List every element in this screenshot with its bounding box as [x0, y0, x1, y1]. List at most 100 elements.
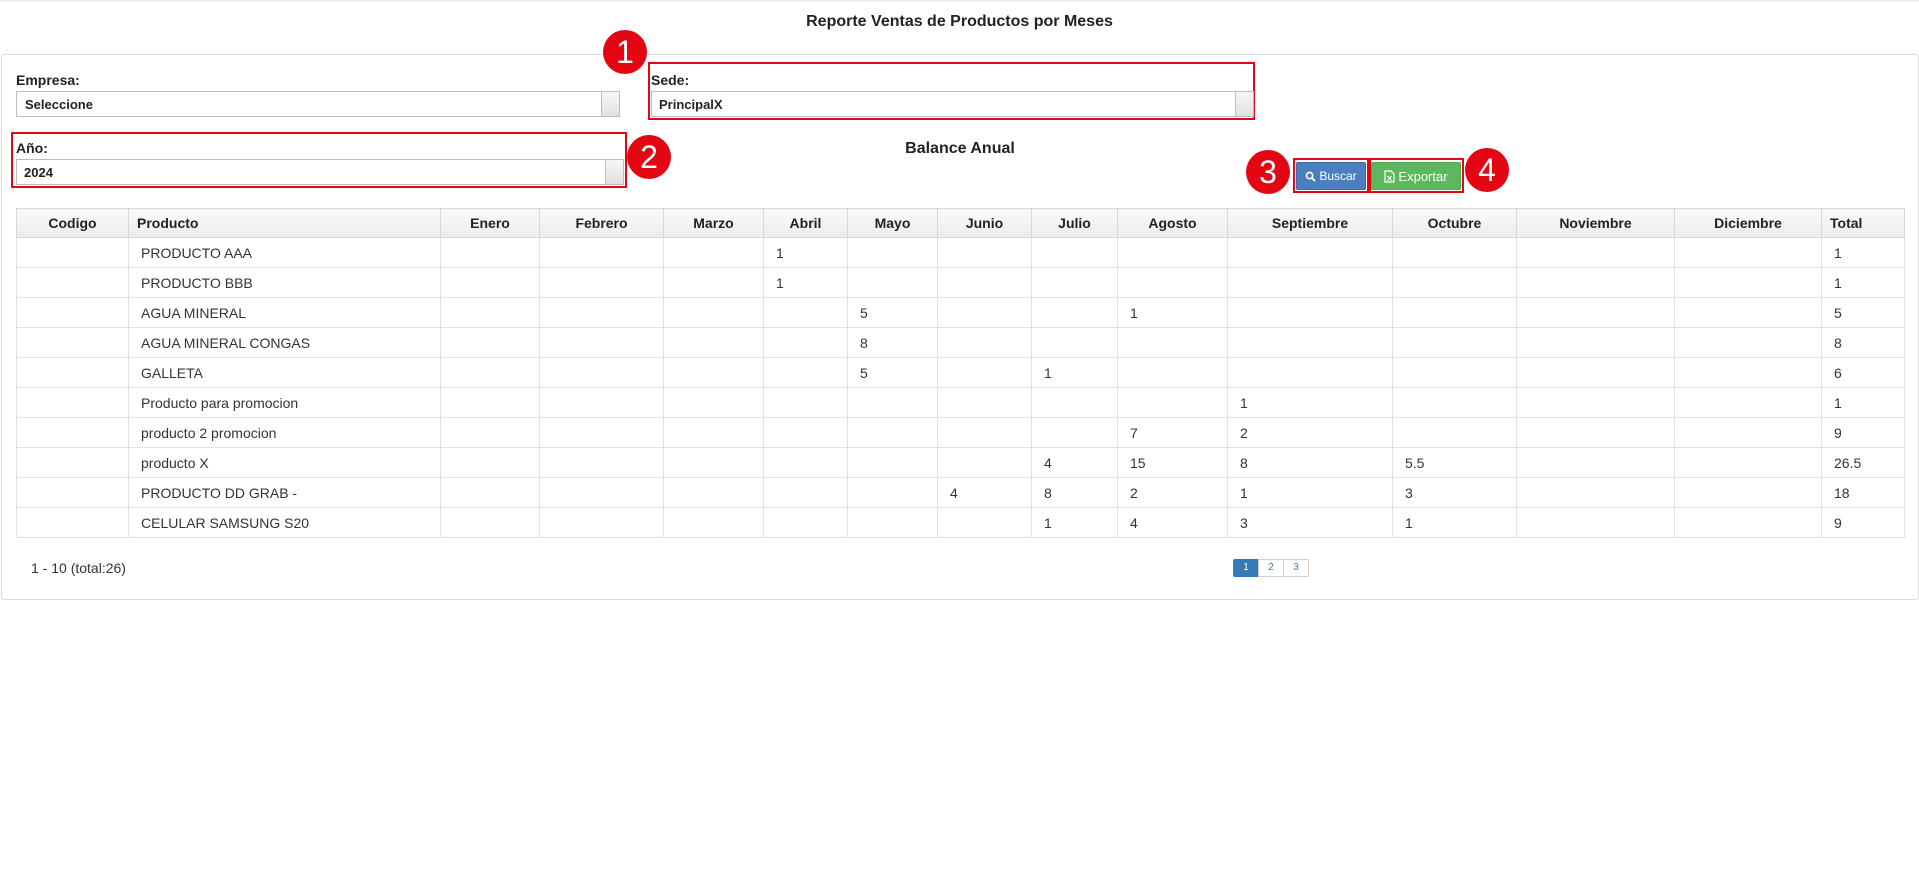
pagination-info: 1 - 10 (total:26) — [31, 560, 126, 576]
table-cell: 1 — [763, 237, 848, 268]
column-header-diciembre[interactable]: Diciembre — [1674, 208, 1822, 238]
table-cell — [1117, 237, 1228, 268]
column-header-agosto[interactable]: Agosto — [1117, 208, 1228, 238]
table-cell — [440, 387, 540, 418]
table-cell: AGUA MINERAL CONGAS — [128, 327, 441, 358]
table-cell — [937, 417, 1032, 448]
table-cell — [539, 447, 664, 478]
table-cell — [16, 327, 129, 358]
table-cell — [1674, 417, 1822, 448]
table-cell — [1031, 297, 1118, 328]
table-cell — [16, 267, 129, 298]
table-row[interactable]: GALLETA 5 1 6 — [16, 357, 1905, 388]
table-cell — [663, 447, 764, 478]
table-cell — [1392, 387, 1517, 418]
table-cell: 2 — [1117, 477, 1228, 508]
table-cell — [937, 237, 1032, 268]
top-border — [0, 0, 1919, 2]
sede-select[interactable]: PrincipalX — [651, 91, 1254, 117]
column-header-julio[interactable]: Julio — [1031, 208, 1118, 238]
page-button-1[interactable]: 1 — [1233, 559, 1259, 577]
table-cell — [16, 447, 129, 478]
table-cell: 3 — [1227, 507, 1393, 538]
table-row[interactable]: Producto para promocion 1 1 — [16, 387, 1905, 418]
table-cell — [1516, 237, 1675, 268]
column-header-codigo[interactable]: Codigo — [16, 208, 129, 238]
table-cell — [937, 387, 1032, 418]
anio-select-value: 2024 — [24, 165, 53, 180]
table-row[interactable]: AGUA MINERAL 5 1 5 — [16, 297, 1905, 328]
table-row[interactable]: PRODUCTO DD GRAB - 4 8 2 1 3 18 — [16, 477, 1905, 508]
table-cell — [763, 297, 848, 328]
table-cell — [763, 417, 848, 448]
table-cell: 4 — [1117, 507, 1228, 538]
sede-select-value: PrincipalX — [659, 97, 723, 112]
table-row[interactable]: AGUA MINERAL CONGAS 8 8 — [16, 327, 1905, 358]
page-title: Reporte Ventas de Productos por Meses — [806, 13, 1113, 30]
table-row[interactable]: CELULAR SAMSUNG S20 1 4 3 1 9 — [16, 507, 1905, 538]
table-cell: PRODUCTO AAA — [128, 237, 441, 268]
table-body: PRODUCTO AAA 1 1 PRODUCTO BBB 1 1 AGUA MINERAL… — [16, 237, 1905, 538]
table-cell: GALLETA — [128, 357, 441, 388]
table-cell: 1 — [1227, 387, 1393, 418]
annotation-badge-4: 4 — [1465, 148, 1509, 192]
column-header-marzo[interactable]: Marzo — [663, 208, 764, 238]
table-cell — [539, 267, 664, 298]
table-row[interactable]: producto 2 promocion 7 2 9 — [16, 417, 1905, 448]
table-cell — [937, 357, 1032, 388]
table-cell — [763, 507, 848, 538]
table-cell — [847, 417, 938, 448]
column-header-mayo[interactable]: Mayo — [847, 208, 938, 238]
annotation-badge-3: 3 — [1246, 150, 1290, 194]
file-excel-icon — [1384, 169, 1396, 183]
table-cell — [663, 297, 764, 328]
table-row[interactable]: producto X 4 15 8 5.5 26.5 — [16, 447, 1905, 478]
column-header-octubre[interactable]: Octubre — [1392, 208, 1517, 238]
column-header-noviembre[interactable]: Noviembre — [1516, 208, 1675, 238]
table-cell — [1117, 387, 1228, 418]
column-header-enero[interactable]: Enero — [440, 208, 540, 238]
dropdown-arrow-icon — [1235, 92, 1253, 116]
table-cell — [1392, 297, 1517, 328]
table-cell: 4 — [937, 477, 1032, 508]
column-header-total[interactable]: Total — [1821, 208, 1905, 238]
annotation-badge-1: 1 — [603, 30, 647, 74]
empresa-select-value: Seleccione — [25, 97, 93, 112]
table-cell: 1 — [1227, 477, 1393, 508]
table-cell: 1 — [1031, 357, 1118, 388]
anio-label: Año: — [16, 140, 48, 156]
table-cell — [847, 267, 938, 298]
table-cell — [1392, 237, 1517, 268]
table-cell: 8 — [1031, 477, 1118, 508]
table-cell — [847, 507, 938, 538]
buscar-button[interactable]: Buscar — [1296, 162, 1366, 190]
balance-title: Balance Anual — [905, 140, 1015, 157]
table-cell — [440, 507, 540, 538]
exportar-button[interactable]: Exportar — [1371, 162, 1461, 190]
column-header-septiembre[interactable]: Septiembre — [1227, 208, 1393, 238]
empresa-select[interactable]: Seleccione — [16, 91, 620, 117]
table-cell — [16, 297, 129, 328]
table-cell: 8 — [1227, 447, 1393, 478]
table-cell: 2 — [1227, 417, 1393, 448]
table-cell: 1 — [1117, 297, 1228, 328]
page-button-2[interactable]: 2 — [1258, 559, 1284, 577]
table-row[interactable]: PRODUCTO AAA 1 1 — [16, 237, 1905, 268]
anio-select[interactable]: 2024 — [16, 159, 624, 185]
table-cell — [663, 417, 764, 448]
page-button-3[interactable]: 3 — [1283, 559, 1309, 577]
table-cell — [937, 267, 1032, 298]
table-cell — [1031, 327, 1118, 358]
column-header-febrero[interactable]: Febrero — [539, 208, 664, 238]
column-header-abril[interactable]: Abril — [763, 208, 848, 238]
table-row[interactable]: PRODUCTO BBB 1 1 — [16, 267, 1905, 298]
table-cell — [16, 387, 129, 418]
table-cell — [1674, 297, 1822, 328]
table-cell — [1674, 387, 1822, 418]
column-header-producto[interactable]: Producto — [128, 208, 441, 238]
table-cell — [937, 327, 1032, 358]
table-cell — [440, 327, 540, 358]
column-header-junio[interactable]: Junio — [937, 208, 1032, 238]
table-cell — [763, 387, 848, 418]
table-cell — [1392, 267, 1517, 298]
